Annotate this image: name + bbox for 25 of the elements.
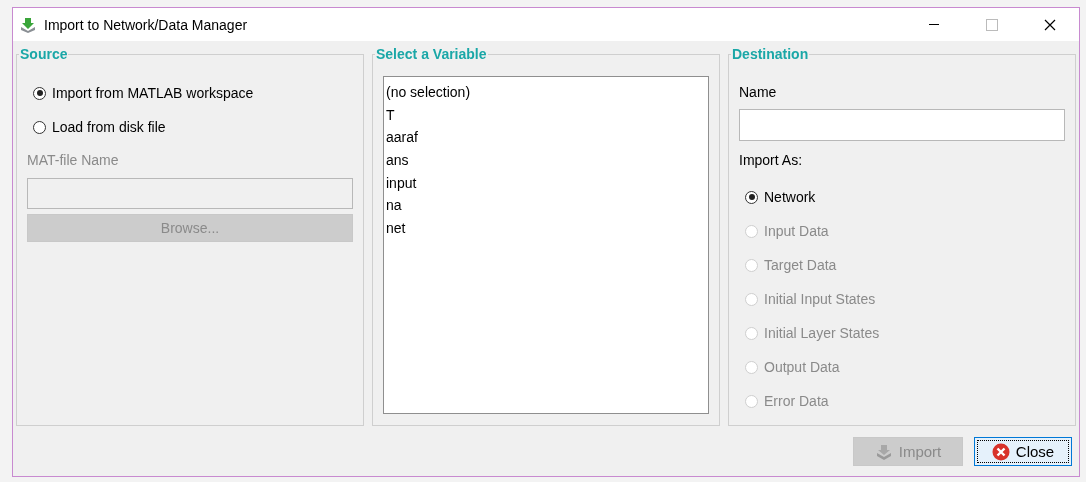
minimize-icon xyxy=(929,24,939,25)
maximize-icon xyxy=(986,18,998,31)
list-item[interactable]: net xyxy=(386,217,706,240)
close-button[interactable]: Close xyxy=(974,437,1072,466)
panel-title: Source xyxy=(19,46,69,62)
window-title: Import to Network/Data Manager xyxy=(44,16,248,33)
radio-button[interactable]: Import from MATLAB workspace xyxy=(33,84,353,102)
field-label: Name xyxy=(739,84,778,100)
list-item[interactable]: aaraf xyxy=(386,126,706,150)
cancel-icon xyxy=(991,442,1010,461)
list-item[interactable]: input xyxy=(386,171,706,195)
download-icon xyxy=(874,442,893,461)
list-item[interactable]: na xyxy=(386,194,706,218)
list-item[interactable]: ans xyxy=(386,149,706,172)
download-icon xyxy=(19,15,37,34)
radio-button[interactable]: Network xyxy=(745,188,1065,206)
list-item[interactable]: (no selection) xyxy=(386,81,706,104)
field-label: Import As: xyxy=(739,152,804,168)
panel-title: Destination xyxy=(731,46,810,62)
radio-button[interactable]: Load from disk file xyxy=(33,118,353,136)
list-item[interactable]: T xyxy=(386,103,706,127)
name-field[interactable] xyxy=(739,109,1065,141)
close-icon xyxy=(1044,18,1056,31)
panel-title: Select a Variable xyxy=(375,46,488,62)
field-label: MAT-file Name xyxy=(27,152,120,168)
